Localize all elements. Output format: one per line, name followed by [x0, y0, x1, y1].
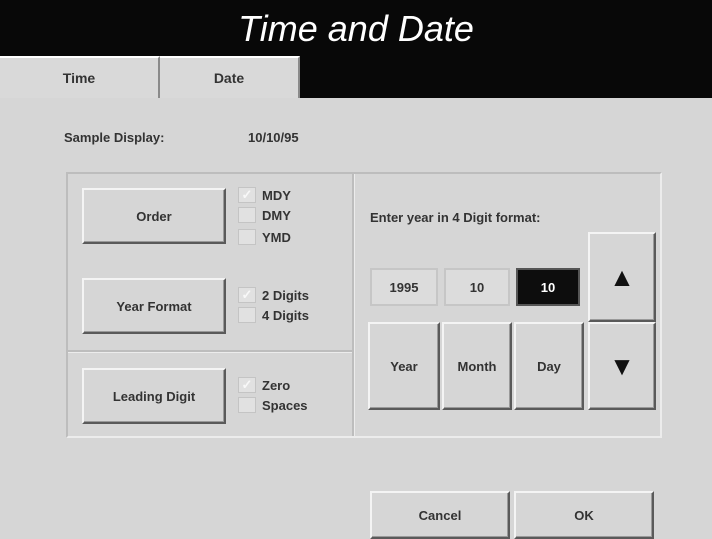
- year-value-field[interactable]: 1995: [370, 268, 438, 306]
- year-select-button[interactable]: Year: [368, 322, 440, 410]
- sample-display-value: 10/10/95: [248, 130, 299, 145]
- year-format-option-2-digits[interactable]: ✓ 2 Digits: [238, 286, 309, 304]
- day-value-field[interactable]: 10: [516, 268, 580, 306]
- option-label: 4 Digits: [262, 307, 309, 323]
- sample-display-label: Sample Display:: [64, 130, 165, 145]
- check-mark-icon: ✓: [238, 287, 256, 303]
- month-value-field[interactable]: 10: [444, 268, 510, 306]
- order-option-dmy[interactable]: DMY: [238, 206, 291, 224]
- leading-digit-option-spaces[interactable]: Spaces: [238, 396, 308, 414]
- panel-vertical-divider: [352, 174, 355, 436]
- checkbox-empty: [238, 397, 256, 413]
- option-label: Spaces: [262, 397, 308, 413]
- option-label: MDY: [262, 187, 291, 203]
- decrement-button[interactable]: ▼: [588, 322, 656, 410]
- option-label: 2 Digits: [262, 287, 309, 303]
- month-select-button[interactable]: Month: [442, 322, 512, 410]
- leading-digit-option-zero[interactable]: ✓ Zero: [238, 376, 290, 394]
- year-format-button[interactable]: Year Format: [82, 278, 226, 334]
- down-arrow-icon: ▼: [609, 350, 635, 381]
- option-label: DMY: [262, 207, 291, 223]
- tab-time[interactable]: Time: [0, 56, 160, 98]
- cancel-button[interactable]: Cancel: [370, 491, 510, 539]
- checkbox-empty: [238, 207, 256, 223]
- increment-button[interactable]: ▲: [588, 232, 656, 322]
- year-format-hint: Enter year in 4 Digit format:: [370, 210, 541, 225]
- option-label: Zero: [262, 377, 291, 393]
- check-mark-icon: ✓: [238, 187, 256, 203]
- check-mark-icon: ✓: [238, 377, 256, 393]
- tab-date[interactable]: Date: [160, 56, 300, 98]
- order-button[interactable]: Order: [82, 188, 226, 244]
- window-title: Time and Date: [238, 8, 474, 49]
- checkbox-empty: [238, 307, 256, 323]
- year-format-option-4-digits[interactable]: 4 Digits: [238, 306, 309, 324]
- ok-button[interactable]: OK: [514, 491, 654, 539]
- leading-digit-button[interactable]: Leading Digit: [82, 368, 226, 424]
- order-option-mdy[interactable]: ✓ MDY: [238, 186, 291, 204]
- option-label: YMD: [262, 229, 291, 245]
- day-select-button[interactable]: Day: [514, 322, 584, 410]
- order-option-ymd[interactable]: YMD: [238, 228, 291, 246]
- panel-horizontal-divider: [68, 350, 352, 353]
- up-arrow-icon: ▲: [609, 261, 635, 292]
- checkbox-empty: [238, 229, 256, 245]
